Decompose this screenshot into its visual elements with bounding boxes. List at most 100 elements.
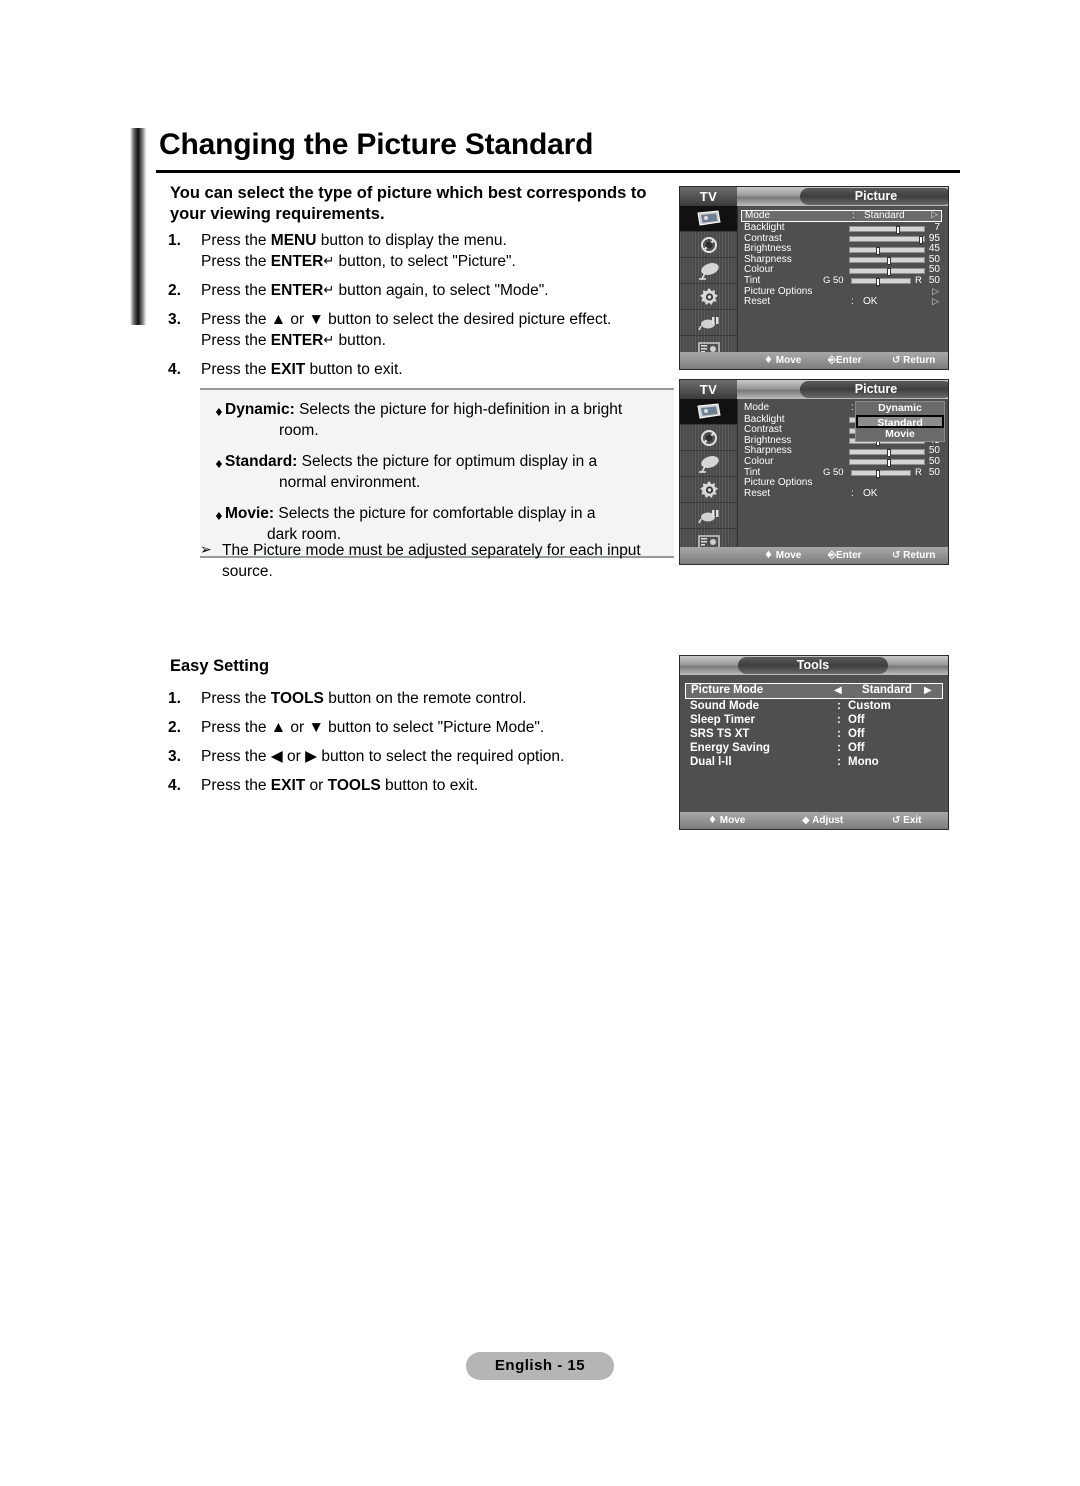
chevron-right-icon[interactable]: ▶ bbox=[924, 684, 932, 697]
list-item: ♦ Movie: Selects the picture for comfort… bbox=[200, 503, 674, 545]
osd-row-label: Mode bbox=[745, 210, 771, 221]
osd-sidebar-item-input[interactable] bbox=[680, 503, 737, 529]
leftright-arrow-icon: ◆ bbox=[802, 815, 810, 826]
osd-sidebar-item-channel[interactable] bbox=[680, 451, 737, 477]
step-number: 4. bbox=[168, 361, 181, 378]
picture-mode-description-box: ♦ Dynamic: Selects the picture for high-… bbox=[200, 388, 674, 558]
osd-sidebar-item-channel[interactable] bbox=[680, 258, 737, 284]
tools-row-energy-saving[interactable]: Energy Saving : Off bbox=[685, 741, 943, 755]
osd-source-label: TV bbox=[680, 187, 737, 206]
sound-icon bbox=[700, 429, 717, 446]
osd-row-colour[interactable]: Colour 50 bbox=[741, 455, 942, 468]
osd-row-colon: : bbox=[851, 296, 854, 308]
osd-row-backlight[interactable]: Backlight 7 bbox=[741, 222, 942, 234]
mode-description-cont: room. bbox=[279, 422, 319, 439]
osd-body: Picture Mode ◀ Standard ▶ Sound Mode : C… bbox=[680, 675, 948, 829]
satellite-dish-icon bbox=[698, 455, 719, 473]
slider-knob[interactable] bbox=[895, 225, 900, 234]
list-item: 4. Press the EXIT button to exit. bbox=[168, 359, 678, 380]
chevron-left-icon[interactable]: ◀ bbox=[834, 684, 842, 697]
chevron-right-icon: ▷ bbox=[932, 297, 939, 308]
osd-row-reset[interactable]: Reset : OK ▷ bbox=[741, 297, 942, 308]
mode-description: Selects the picture for optimum display … bbox=[297, 453, 598, 470]
tools-row-colon: : bbox=[837, 714, 841, 726]
osd-row-picture-options[interactable]: Picture Options bbox=[741, 478, 942, 489]
gear-icon bbox=[699, 480, 718, 498]
description-text: Movie: Selects the picture for comfortab… bbox=[225, 503, 666, 545]
slider-knob[interactable] bbox=[887, 267, 891, 276]
tools-row-sound-mode[interactable]: Sound Mode : Custom bbox=[685, 699, 943, 713]
osd-sidebar-item-input[interactable] bbox=[680, 310, 737, 336]
osd-sidebar-item-picture[interactable] bbox=[680, 399, 737, 425]
list-item: 1. Press the MENU button to display the … bbox=[168, 230, 678, 273]
note-text: The Picture mode must be adjusted separa… bbox=[222, 542, 641, 580]
diamond-bullet-icon: ♦ bbox=[214, 406, 224, 419]
osd-slider[interactable] bbox=[849, 236, 925, 245]
step-number: 4. bbox=[168, 777, 181, 794]
step-text-part: Press the bbox=[201, 332, 271, 349]
osd-sidebar-item-sound[interactable] bbox=[680, 232, 737, 258]
step-keyword: EXIT bbox=[270, 777, 306, 794]
slider-knob[interactable] bbox=[876, 278, 881, 287]
tools-row-dual-i-ii[interactable]: Dual l-ll : Mono bbox=[685, 755, 943, 769]
step-text-part: Press the bbox=[201, 282, 271, 299]
osd-row-picture-options[interactable]: Picture Options ▷ bbox=[741, 286, 942, 298]
diamond-bullet-icon: ♦ bbox=[214, 458, 224, 471]
step-number: 3. bbox=[168, 311, 181, 328]
osd-slider[interactable] bbox=[849, 448, 925, 457]
osd-slider[interactable] bbox=[849, 459, 925, 468]
osd-row-reset[interactable]: Reset : OK bbox=[741, 488, 942, 500]
note-block: ➢ The Picture mode must be adjusted sepa… bbox=[200, 540, 670, 582]
osd-row-mode[interactable]: Mode : Standard ▷ bbox=[741, 210, 942, 222]
osd-menu-title: Tools bbox=[738, 657, 888, 674]
step-keyword: TOOLS bbox=[327, 777, 381, 794]
osd-slider[interactable] bbox=[849, 246, 925, 255]
osd-sidebar-item-setup[interactable] bbox=[680, 284, 737, 310]
osd-hint-return: ↺ Return bbox=[892, 547, 935, 564]
osd-hint-label: Move bbox=[775, 550, 802, 561]
dropdown-option-standard[interactable]: Standard bbox=[856, 415, 944, 429]
mode-description: Selects the picture for high-definition … bbox=[294, 401, 623, 418]
tools-row-value: Mono bbox=[848, 756, 879, 768]
slider-knob[interactable] bbox=[875, 246, 880, 255]
slider-knob[interactable] bbox=[887, 448, 891, 457]
osd-slider[interactable] bbox=[851, 470, 911, 479]
tint-red-label: R bbox=[915, 466, 922, 478]
input-plug-icon bbox=[697, 316, 718, 330]
slider-knob[interactable] bbox=[876, 470, 881, 479]
step-keyword: ENTER bbox=[270, 332, 324, 349]
dropdown-option-dynamic[interactable]: Dynamic bbox=[856, 402, 944, 415]
tools-row-sleep-timer[interactable]: Sleep Timer : Off bbox=[685, 713, 943, 727]
osd-footer-hints: ♦ Move ⎆Enter ↺ Return bbox=[680, 547, 948, 564]
osd-sidebar-item-picture[interactable] bbox=[680, 206, 737, 232]
osd-slider[interactable] bbox=[851, 278, 911, 287]
osd-sidebar-item-sound[interactable] bbox=[680, 425, 737, 451]
dropdown-option-movie[interactable]: Movie bbox=[856, 428, 944, 441]
osd-row-number: 50 bbox=[928, 455, 940, 467]
osd-sidebar-item-setup[interactable] bbox=[680, 477, 737, 503]
osd-slider[interactable] bbox=[849, 257, 925, 266]
tint-green-label: G 50 bbox=[823, 466, 844, 478]
tools-row-picture-mode[interactable]: Picture Mode ◀ Standard ▶ bbox=[685, 683, 943, 699]
osd-hint-return: ↺ Return bbox=[892, 352, 935, 369]
tint-red-label: R bbox=[915, 274, 922, 286]
osd-hint-label: Move bbox=[719, 815, 746, 826]
picture-mode-dropdown[interactable]: Dynamic Standard Movie bbox=[855, 401, 945, 442]
slider-knob[interactable] bbox=[887, 459, 891, 468]
tools-row-colon: : bbox=[837, 728, 841, 740]
osd-row-tint[interactable]: Tint G 50 R 50 bbox=[741, 274, 942, 287]
tools-row-srs-ts-xt[interactable]: SRS TS XT : Off bbox=[685, 727, 943, 741]
return-icon: ↺ bbox=[892, 355, 901, 366]
step-text-part: button, to select "Picture". bbox=[334, 253, 516, 270]
step-text-part: button on the remote control. bbox=[323, 690, 527, 707]
gear-icon bbox=[699, 287, 718, 305]
step-text-part: button to exit. bbox=[380, 777, 479, 794]
slider-knob[interactable] bbox=[918, 236, 923, 245]
step-text: Press the MENU button to display the men… bbox=[201, 230, 678, 273]
slider-knob[interactable] bbox=[887, 257, 891, 266]
osd-slider[interactable] bbox=[849, 267, 925, 276]
osd-sidebar bbox=[680, 399, 738, 564]
osd-slider[interactable] bbox=[849, 225, 925, 234]
list-item: ♦ Dynamic: Selects the picture for high-… bbox=[200, 399, 674, 441]
enter-icon: ⎆ bbox=[828, 355, 836, 366]
